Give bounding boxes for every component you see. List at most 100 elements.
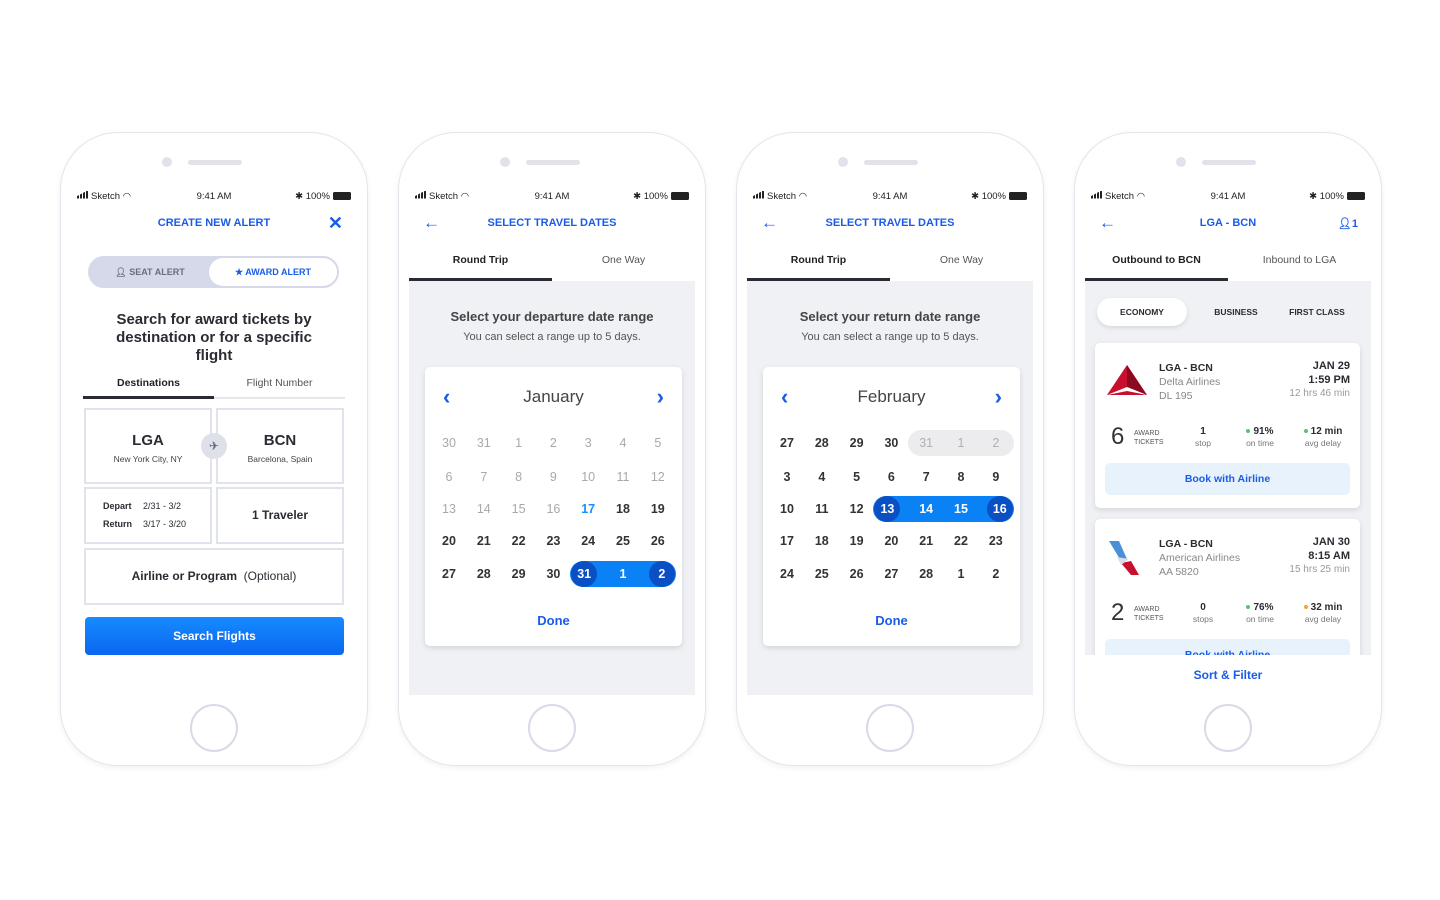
search-flights-button[interactable]: Search Flights xyxy=(85,617,344,655)
class-economy[interactable]: ECONOMY xyxy=(1097,298,1187,326)
calendar-day[interactable]: 24 xyxy=(571,529,605,553)
airline-name: Delta Airlines xyxy=(1159,376,1221,388)
calendar-day[interactable]: 17 xyxy=(770,529,804,553)
flight-card[interactable]: LGA - BCN Delta Airlines DL 195 JAN 29 1… xyxy=(1095,343,1360,508)
camera xyxy=(500,157,510,167)
calendar-day[interactable]: 28 xyxy=(805,431,839,455)
calendar-day[interactable]: 16 xyxy=(986,496,1013,522)
calendar-day[interactable]: 25 xyxy=(606,529,640,553)
done-button[interactable]: Done xyxy=(763,613,1020,628)
calendar-day[interactable]: 20 xyxy=(874,529,908,553)
calendar-day[interactable]: 22 xyxy=(502,529,536,553)
calendar-day[interactable]: 10 xyxy=(770,497,804,521)
calendar-day: 9 xyxy=(549,470,557,484)
travelers-field[interactable]: 1 Traveler xyxy=(216,487,344,544)
calendar-day[interactable]: 23 xyxy=(536,529,570,553)
calendar-day[interactable]: 7 xyxy=(909,465,943,489)
calendar-day[interactable]: 18 xyxy=(606,497,640,521)
tab-one-way[interactable]: One Way xyxy=(552,247,695,281)
home-button[interactable] xyxy=(866,704,914,752)
tab-round-trip[interactable]: Round Trip xyxy=(409,247,552,281)
origin-field[interactable]: LGA New York City, NY xyxy=(84,408,212,484)
calendar-day[interactable]: 11 xyxy=(805,497,839,521)
calendar-day[interactable]: 9 xyxy=(979,465,1013,489)
airline-name: American Airlines xyxy=(1159,552,1241,564)
calendar-day[interactable]: 19 xyxy=(641,497,675,521)
calendar-day[interactable]: 25 xyxy=(805,562,839,586)
calendar-day[interactable]: 2 xyxy=(648,561,675,587)
calendar-day: 31 xyxy=(476,436,491,450)
next-month-icon[interactable]: › xyxy=(657,384,664,410)
calendar-day[interactable]: 17 xyxy=(571,497,605,521)
stops-count: 1 xyxy=(1200,426,1206,437)
flight-number: AA 5820 xyxy=(1159,566,1199,578)
calendar-day[interactable]: 29 xyxy=(840,431,874,455)
calendar-day[interactable]: 18 xyxy=(805,529,839,553)
calendar-day[interactable]: 28 xyxy=(909,562,943,586)
calendar-day[interactable]: 30 xyxy=(874,431,908,455)
calendar-day[interactable]: 1 xyxy=(606,562,640,586)
screen-flight-results: Sketch ◠ 9:41 AM ✱ 100% ← LGA - BCN 👤︎1 … xyxy=(1085,183,1371,695)
calendar-day[interactable]: 8 xyxy=(944,465,978,489)
calendar-day[interactable]: 27 xyxy=(432,562,466,586)
clock: 9:41 AM xyxy=(196,190,232,202)
clock: 9:41 AM xyxy=(1210,190,1246,202)
heading: Search for award tickets by destination … xyxy=(116,311,312,364)
calendar-day[interactable]: 1 xyxy=(944,562,978,586)
home-button[interactable] xyxy=(1204,704,1252,752)
calendar-day[interactable]: 23 xyxy=(979,529,1013,553)
calendar-day: 7 xyxy=(480,470,488,484)
return-label: Return xyxy=(103,519,132,529)
tab-one-way[interactable]: One Way xyxy=(890,247,1033,281)
home-button[interactable] xyxy=(528,704,576,752)
home-button[interactable] xyxy=(190,704,238,752)
calendar-day[interactable]: 21 xyxy=(467,529,501,553)
tab-inbound[interactable]: Inbound to LGA xyxy=(1228,247,1371,281)
seat-alert-button[interactable]: 👤︎ SEAT ALERT xyxy=(90,258,210,286)
dates-field[interactable]: Depart 2/31 - 3/2 Return 3/17 - 3/20 xyxy=(84,487,212,544)
calendar-day[interactable]: 28 xyxy=(467,562,501,586)
calendar-day[interactable]: 30 xyxy=(536,562,570,586)
travelers-count[interactable]: 👤︎1 xyxy=(1338,217,1358,230)
award-alert-button[interactable]: ★ AWARD ALERT xyxy=(209,258,337,286)
class-first[interactable]: FIRST CLASS xyxy=(1277,298,1357,326)
calendar-day[interactable]: 31 xyxy=(571,561,598,587)
next-month-icon[interactable]: › xyxy=(995,384,1002,410)
close-icon[interactable]: ✕ xyxy=(328,213,343,234)
airline-label: Airline or Program xyxy=(131,569,237,583)
calendar-day[interactable]: 27 xyxy=(874,562,908,586)
avg-delay: 32 min xyxy=(1310,602,1343,613)
done-button[interactable]: Done xyxy=(425,613,682,628)
tab-flight-number[interactable]: Flight Number xyxy=(214,370,345,397)
calendar-day[interactable]: 2 xyxy=(979,562,1013,586)
tab-destinations[interactable]: Destinations xyxy=(83,370,214,399)
calendar-day[interactable]: 26 xyxy=(840,562,874,586)
calendar-day[interactable]: 5 xyxy=(840,465,874,489)
tab-round-trip[interactable]: Round Trip xyxy=(747,247,890,281)
calendar-day[interactable]: 3 xyxy=(770,465,804,489)
calendar-day[interactable]: 22 xyxy=(944,529,978,553)
calendar-day: 11 xyxy=(616,470,630,484)
calendar-day[interactable]: 20 xyxy=(432,529,466,553)
stops-label: stop xyxy=(1194,438,1212,448)
calendar-day[interactable]: 27 xyxy=(770,431,804,455)
calendar-day: 15 xyxy=(511,502,526,516)
tickets-label: AWARD xyxy=(1134,430,1160,437)
calendar-day[interactable]: 6 xyxy=(874,465,908,489)
calendar-day[interactable]: 15 xyxy=(944,497,978,521)
calendar-day[interactable]: 12 xyxy=(840,497,874,521)
calendar-day[interactable]: 21 xyxy=(909,529,943,553)
sort-filter-button[interactable]: Sort & Filter xyxy=(1085,655,1371,695)
calendar-day[interactable]: 26 xyxy=(641,529,675,553)
calendar-day[interactable]: 29 xyxy=(502,562,536,586)
calendar-day[interactable]: 24 xyxy=(770,562,804,586)
class-business[interactable]: BUSINESS xyxy=(1195,298,1277,326)
page-title: LGA - BCN xyxy=(1199,217,1257,229)
tab-outbound[interactable]: Outbound to BCN xyxy=(1085,247,1228,281)
airline-program-field[interactable]: Airline or Program (Optional) xyxy=(84,548,344,605)
calendar-day[interactable]: 14 xyxy=(909,497,943,521)
destination-field[interactable]: BCN Barcelona, Spain xyxy=(216,408,344,484)
calendar-day[interactable]: 4 xyxy=(805,465,839,489)
book-with-airline-button[interactable]: Book with Airline xyxy=(1105,463,1350,495)
calendar-day[interactable]: 19 xyxy=(840,529,874,553)
